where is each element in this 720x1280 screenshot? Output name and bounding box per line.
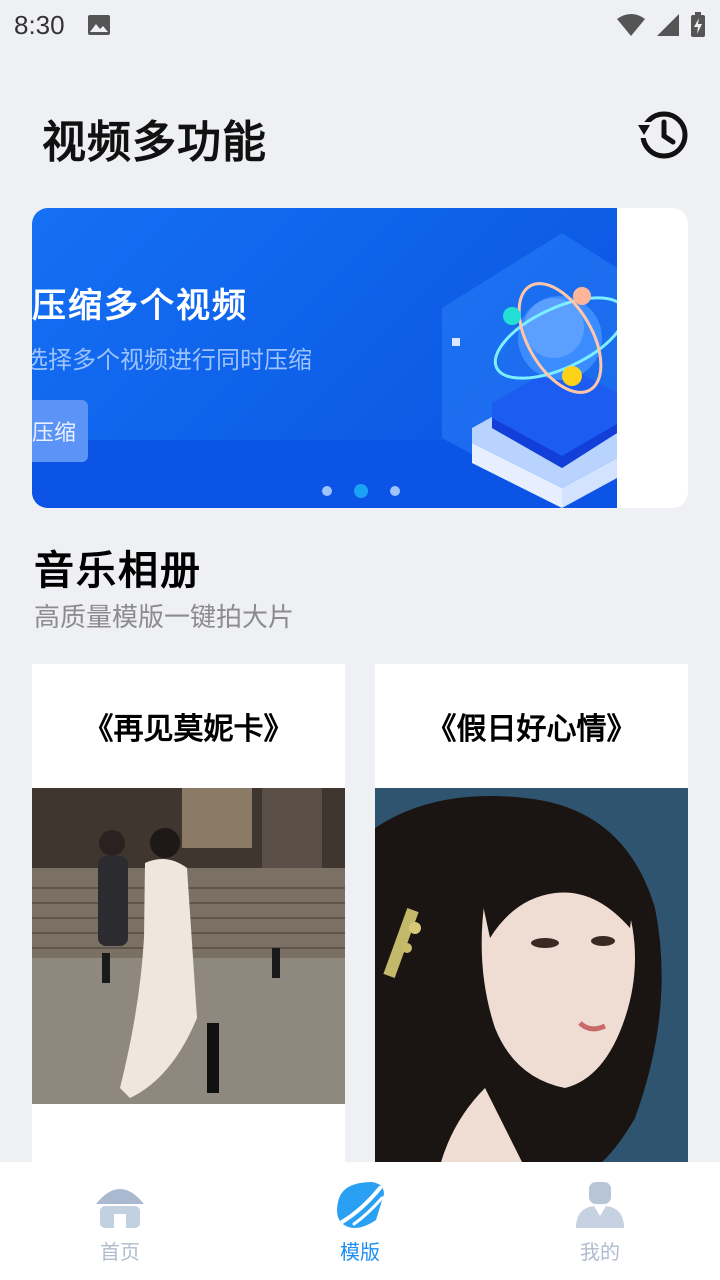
bottom-nav: 首页 模版 我的 <box>0 1162 720 1280</box>
card-title: 《再见莫妮卡》 <box>83 712 294 747</box>
nav-item-template[interactable]: 模版 <box>240 1162 480 1280</box>
profile-icon <box>576 1182 624 1228</box>
page-title: 视频多功能 <box>42 117 267 168</box>
banner-subtitle: 选择多个视频进行同时压缩 <box>32 346 312 374</box>
template-card[interactable]: 《再见莫妮卡》 <box>32 664 345 1184</box>
nav-item-profile[interactable]: 我的 <box>480 1162 720 1280</box>
atom-cube-illustration <box>442 233 617 508</box>
banner-slide[interactable]: 压缩多个视频 选择多个视频进行同时压缩 压缩 <box>32 208 617 508</box>
status-bar: 8:30 <box>0 0 720 50</box>
compress-button[interactable]: 压缩 <box>32 400 88 462</box>
wifi-icon <box>617 14 645 36</box>
banner-title: 压缩多个视频 <box>32 286 248 326</box>
carousel-dot-active[interactable] <box>354 484 368 498</box>
girl-portrait-photo <box>375 788 688 1184</box>
carousel-dot[interactable] <box>322 486 332 496</box>
card-title: 《假日好心情》 <box>426 712 637 747</box>
couple-walking-photo <box>32 788 345 1104</box>
carousel-dot[interactable] <box>390 486 400 496</box>
section-subtitle: 高质量模版一键拍大片 <box>34 603 295 633</box>
status-icons <box>616 12 706 38</box>
nav-label-home: 首页 <box>100 1240 140 1264</box>
nav-label-template: 模版 <box>340 1240 380 1264</box>
image-icon <box>87 15 110 35</box>
nav-item-home[interactable]: 首页 <box>0 1162 240 1280</box>
battery-icon <box>691 12 705 37</box>
template-card[interactable]: 《假日好心情》 <box>375 664 688 1184</box>
template-icon <box>337 1182 384 1228</box>
home-icon <box>96 1189 144 1228</box>
carousel-indicator <box>322 484 400 498</box>
nav-label-profile: 我的 <box>580 1240 620 1264</box>
status-time: 8:30 <box>14 9 65 40</box>
signal-icon <box>657 14 679 36</box>
history-icon[interactable] <box>636 108 690 162</box>
section-title: 音乐相册 <box>34 548 202 594</box>
banner-carousel[interactable]: 压缩多个视频 选择多个视频进行同时压缩 压缩 <box>32 208 688 508</box>
